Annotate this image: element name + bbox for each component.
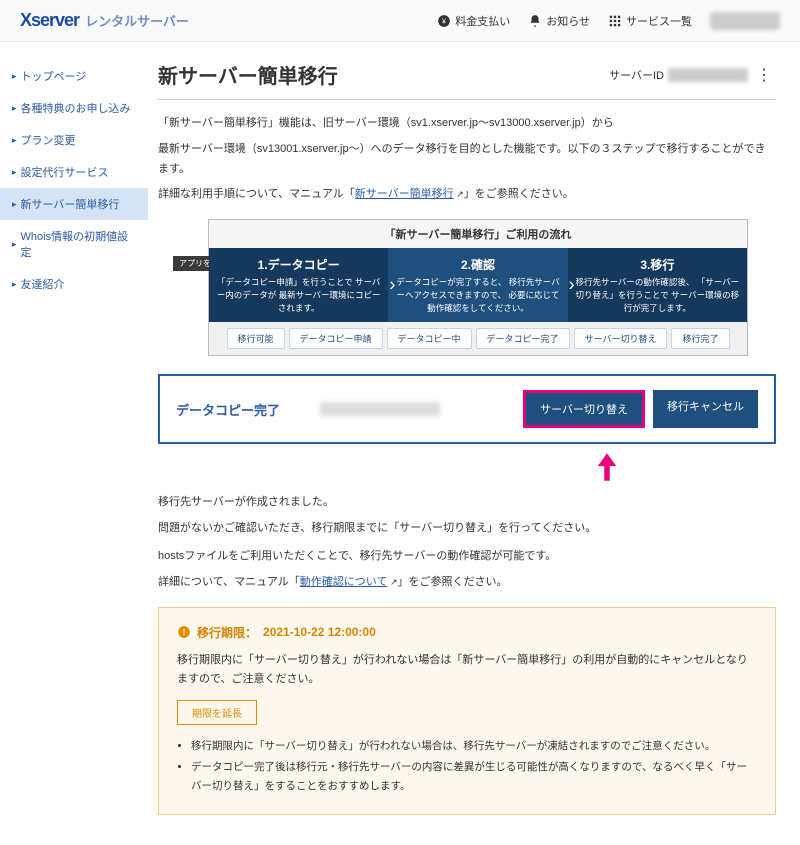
notice-list: 移行期限内に「サーバー切り替え」が行われない場合は、移行先サーバーが凍結されます… — [177, 737, 757, 796]
extend-deadline-button[interactable]: 期限を延長 — [177, 700, 257, 725]
sidebar-label: Whois情報の初期値設定 — [21, 228, 136, 260]
sidebar: ▸ トップページ ▸ 各種特典のお申し込み ▸ プラン変更 ▸ 設定代行サービス ▸ 新サ… — [0, 42, 148, 845]
server-id-value — [668, 68, 748, 82]
status-tag: 移行可能 — [227, 328, 285, 349]
external-link-icon: ↗ — [387, 577, 397, 587]
status-label: データコピー完了 — [176, 400, 280, 419]
flow-step-2: 2.確認 データコピーが完了すると、 移行先サーバーへアクセスできますので、 必… — [388, 248, 567, 322]
deadline-value: 2021-10-22 12:00:00 — [263, 625, 376, 639]
description-line: 「新サーバー簡単移行」機能は、旧サーバー環境（sv1.xserver.jp～sv… — [158, 114, 776, 134]
sidebar-item-benefits[interactable]: ▸ 各種特典のお申し込み — [0, 92, 148, 124]
chevron-right-icon: ▸ — [12, 167, 17, 178]
status-tag: サーバー切り替え — [574, 328, 668, 349]
server-id-label: サーバーID — [609, 67, 664, 83]
nav-label: サービス一覧 — [626, 13, 692, 29]
chevron-right-icon: ▸ — [12, 71, 17, 82]
main-content: 新サーバー簡単移行 サーバーID ⋮ 「新サーバー簡単移行」機能は、旧サーバー環… — [148, 42, 800, 845]
status-tag: 移行完了 — [671, 328, 729, 349]
arrow-up-icon — [596, 452, 618, 482]
page-title-row: 新サーバー簡単移行 サーバーID ⋮ — [158, 60, 776, 100]
sidebar-label: 設定代行サービス — [21, 164, 109, 180]
warning-icon: ! — [177, 625, 191, 639]
manual-link[interactable]: 動作確認について — [300, 576, 388, 588]
nav-notice[interactable]: お知らせ — [528, 13, 590, 29]
notice-title: ! 移行期限： 2021-10-22 12:00:00 — [177, 624, 757, 641]
kebab-menu-icon[interactable]: ⋮ — [752, 65, 776, 85]
guide-line: 詳細について、マニュアル「動作確認について ↗」をご参照ください。 — [158, 573, 776, 593]
flow-diagram: アプリを表示 「新サーバー簡単移行」ご利用の流れ 1.データコピー 「データコピ… — [208, 219, 748, 356]
step-heading: 2.確認 — [392, 256, 563, 273]
flow-title: 「新サーバー簡単移行」ご利用の流れ — [209, 220, 747, 248]
sidebar-item-migration[interactable]: ▸ 新サーバー簡単移行 — [0, 188, 148, 220]
page-title: 新サーバー簡単移行 — [158, 60, 338, 89]
description-line: 詳細な利用手順について、マニュアル「新サーバー簡単移行 ↗」をご参照ください。 — [158, 185, 776, 205]
notice-body: 移行期限内に「サーバー切り替え」が行われない場合は「新サーバー簡単移行」の利用が… — [177, 651, 757, 691]
sidebar-label: 友達紹介 — [21, 276, 65, 292]
step-desc: 「データコピー申請」を行うことで サーバー内のデータが 最新サーバー環境にコピー… — [213, 276, 384, 314]
logo-subtitle: レンタルサーバー — [85, 11, 189, 30]
sidebar-item-setup[interactable]: ▸ 設定代行サービス — [0, 156, 148, 188]
cancel-migration-button[interactable]: 移行キャンセル — [653, 390, 758, 428]
sidebar-label: プラン変更 — [21, 132, 76, 148]
chevron-right-icon: ▸ — [12, 199, 17, 210]
svg-text:!: ! — [183, 628, 186, 637]
chevron-right-icon: ▸ — [12, 103, 17, 114]
pointer-arrow — [158, 452, 776, 485]
sidebar-label: トップページ — [21, 68, 87, 84]
notice-bullet: 移行期限内に「サーバー切り替え」が行われない場合は、移行先サーバーが凍結されます… — [191, 737, 757, 756]
chevron-right-icon: › — [389, 275, 395, 296]
status-tag: データコピー完了 — [476, 328, 570, 349]
status-tag: データコピー申請 — [289, 328, 383, 349]
server-id-area: サーバーID ⋮ — [609, 65, 776, 85]
flow-step-3: 3.移行 移行先サーバーの動作確認後、 「サーバー切り替え」を行うことで サーバ… — [568, 248, 747, 322]
chevron-right-icon: ▸ — [12, 135, 17, 146]
guide-line: hostsファイルをご利用いただくことで、移行先サーバーの動作確認が可能です。 — [158, 547, 776, 567]
chevron-right-icon: ▸ — [12, 239, 17, 250]
app-header: Xserver レンタルサーバー ¥ 料金支払い お知らせ サービス一覧 — [0, 0, 800, 42]
flow-step-1: 1.データコピー 「データコピー申請」を行うことで サーバー内のデータが 最新サ… — [209, 248, 388, 322]
switch-server-button[interactable]: サーバー切り替え — [523, 390, 645, 428]
sidebar-item-referral[interactable]: ▸ 友達紹介 — [0, 268, 148, 300]
sidebar-item-top[interactable]: ▸ トップページ — [0, 60, 148, 92]
yen-icon: ¥ — [437, 14, 451, 28]
user-badge[interactable] — [710, 12, 780, 30]
sidebar-label: 各種特典のお申し込み — [21, 100, 131, 116]
step-desc: 移行先サーバーの動作確認後、 「サーバー切り替え」を行うことで サーバー環境の移… — [572, 276, 743, 314]
sidebar-item-plan[interactable]: ▸ プラン変更 — [0, 124, 148, 156]
status-panel: データコピー完了 サーバー切り替え 移行キャンセル — [158, 374, 776, 444]
flow-steps: 1.データコピー 「データコピー申請」を行うことで サーバー内のデータが 最新サ… — [209, 248, 747, 322]
external-link-icon: ↗ — [454, 189, 464, 199]
step-desc: データコピーが完了すると、 移行先サーバーへアクセスできますので、 必要に応じて… — [392, 276, 563, 314]
logo-mark: Xserver — [20, 10, 79, 31]
nav-label: お知らせ — [546, 13, 590, 29]
guide-line: 移行先サーバーが作成されました。 — [158, 493, 776, 513]
notice-title-label: 移行期限： — [197, 624, 257, 641]
status-server-info — [320, 402, 440, 416]
nav-services[interactable]: サービス一覧 — [608, 13, 692, 29]
status-tag: データコピー中 — [387, 328, 472, 349]
flow-tags: 移行可能 データコピー申請 データコピー中 データコピー完了 サーバー切り替え … — [209, 322, 747, 355]
grid-icon — [608, 14, 622, 28]
step-heading: 3.移行 — [572, 256, 743, 273]
deadline-notice: ! 移行期限： 2021-10-22 12:00:00 移行期限内に「サーバー切り… — [158, 607, 776, 815]
step-heading: 1.データコピー — [213, 256, 384, 273]
sidebar-label: 新サーバー簡単移行 — [21, 196, 120, 212]
status-buttons: サーバー切り替え 移行キャンセル — [523, 390, 758, 428]
nav-label: 料金支払い — [455, 13, 510, 29]
chevron-right-icon: ▸ — [12, 279, 17, 290]
guide-line: 問題がないかご確認いただき、移行期限までに「サーバー切り替え」を行ってください。 — [158, 519, 776, 539]
bell-icon — [528, 14, 542, 28]
manual-link[interactable]: 新サーバー簡単移行 — [355, 188, 454, 200]
notice-bullet: データコピー完了後は移行元・移行先サーバーの内容に差異が生じる可能性が高くなりま… — [191, 758, 757, 796]
svg-text:¥: ¥ — [442, 18, 446, 25]
chevron-right-icon: › — [569, 275, 575, 296]
nav-payment[interactable]: ¥ 料金支払い — [437, 13, 510, 29]
logo[interactable]: Xserver レンタルサーバー — [20, 10, 189, 31]
header-nav: ¥ 料金支払い お知らせ サービス一覧 — [437, 12, 780, 30]
description-line: 最新サーバー環境（sv13001.xserver.jp～）へのデータ移行を目的と… — [158, 140, 776, 180]
sidebar-item-whois[interactable]: ▸ Whois情報の初期値設定 — [0, 220, 148, 268]
